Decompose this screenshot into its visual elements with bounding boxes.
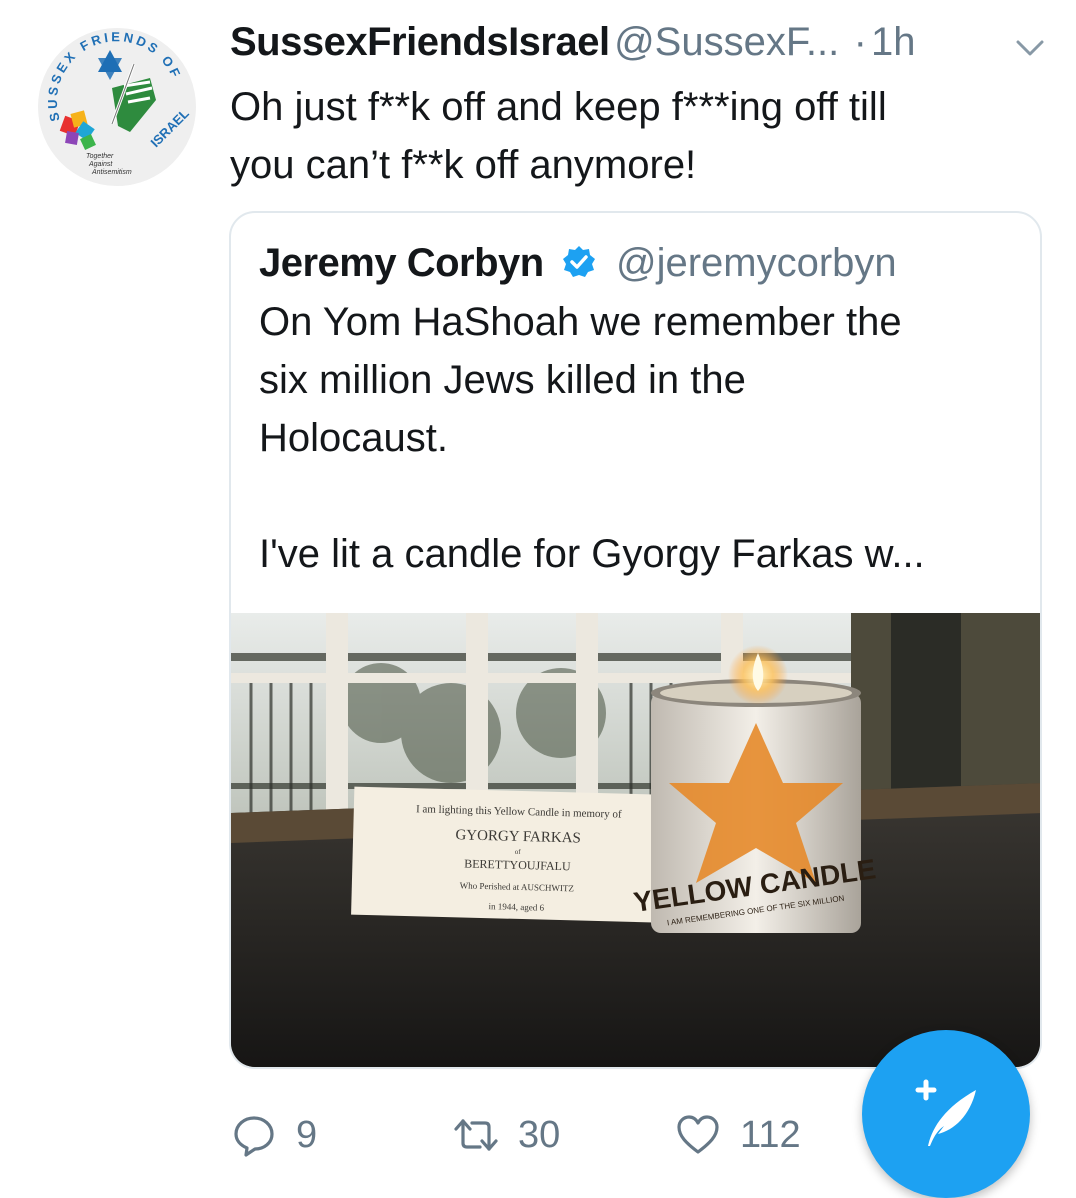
quoted-tweet-image[interactable]: I am lighting this Yellow Candle in memo…	[231, 613, 1040, 1067]
sussex-friends-israel-logo: SUSSEX FRIENDS OF Together Against Antis…	[38, 28, 196, 186]
logo-tagline-3: Antisemitism	[91, 169, 132, 176]
tweet-text-line: you can’t f**k off anymore!	[230, 143, 697, 187]
compose-tweet-button[interactable]	[862, 1030, 1030, 1198]
candle-photo: I am lighting this Yellow Candle in memo…	[231, 613, 1040, 1067]
quoted-text-line: I've lit a candle for Gyorgy Farkas w...	[259, 532, 925, 576]
timestamp[interactable]: 1h	[871, 20, 916, 64]
quoted-text-line: Holocaust.	[259, 416, 448, 460]
like-count: 112	[740, 1113, 801, 1156]
quoted-tweet-text: On Yom HaShoah we remember the six milli…	[259, 293, 1019, 583]
reply-icon	[234, 1116, 274, 1157]
like-icon	[677, 1115, 719, 1154]
card-line-3: of	[515, 848, 522, 856]
quoted-tweet-header: Jeremy Corbyn @jeremycorbyn	[259, 241, 897, 286]
chevron-down-icon[interactable]	[1014, 32, 1046, 64]
quoted-author-name[interactable]: Jeremy Corbyn	[259, 241, 544, 285]
reply-count: 9	[296, 1113, 318, 1156]
card-line-2: GYORGY FARKAS	[455, 827, 581, 846]
compose-tweet-icon	[915, 1079, 976, 1146]
tweet-text-line: Oh just f**k off and keep f***ing off ti…	[230, 85, 887, 129]
quoted-author-handle[interactable]: @jeremycorbyn	[616, 241, 897, 285]
quoted-text-line: six million Jews killed in the	[259, 358, 746, 402]
author-handle[interactable]: @SussexF...	[614, 20, 839, 64]
retweet-count: 30	[518, 1113, 561, 1156]
retweet-icon	[454, 1119, 498, 1151]
quoted-tweet[interactable]: Jeremy Corbyn @jeremycorbyn On Yom HaSho…	[229, 211, 1042, 1069]
retweet-button[interactable]: 30	[454, 1105, 560, 1165]
tweet-header: SussexFriendsIsrael @SussexF... · 1h	[230, 20, 1046, 70]
author-name[interactable]: SussexFriendsIsrael	[230, 20, 610, 64]
verified-badge-icon	[562, 246, 595, 277]
logo-tagline-1: Together	[86, 153, 114, 160]
logo-tagline-2: Against	[88, 161, 113, 168]
card-line-6: in 1944, aged 6	[488, 901, 544, 912]
quoted-text-line: On Yom HaShoah we remember the	[259, 300, 902, 344]
like-button[interactable]: 112	[676, 1105, 801, 1165]
card-line-4: BERETTYOUJFALU	[464, 857, 571, 874]
avatar[interactable]: SUSSEX FRIENDS OF Together Against Antis…	[38, 28, 196, 186]
reply-button[interactable]: 9	[232, 1105, 317, 1165]
separator-dot: ·	[853, 20, 867, 64]
tweet-text: Oh just f**k off and keep f***ing off ti…	[230, 78, 1030, 194]
